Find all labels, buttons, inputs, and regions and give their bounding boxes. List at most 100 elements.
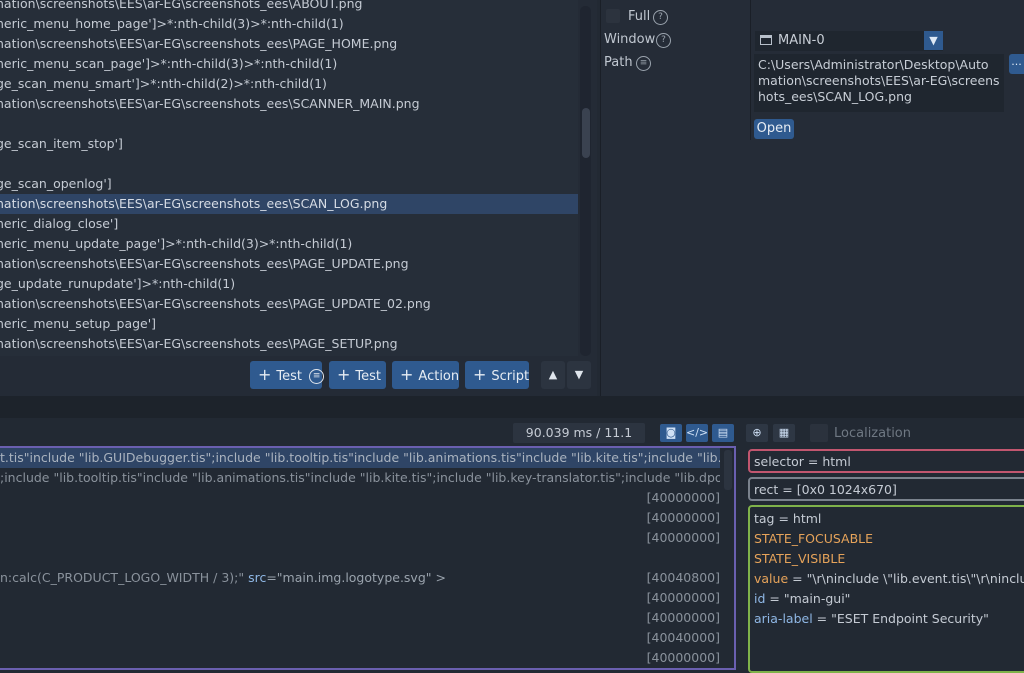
code-icon[interactable]: </> (686, 424, 708, 442)
steps-scrollbar[interactable] (580, 6, 591, 356)
add-action-button[interactable]: + Action (392, 361, 459, 389)
move-up-button[interactable]: ▲ (541, 361, 565, 389)
list-item[interactable]: neric_menu_update_page']>*:nth-child(3)>… (0, 234, 578, 254)
fps-readout: 90.039 ms / 11.1 FPS (513, 423, 645, 460)
source-attr-value: ="main.img.logotype.svg" > (266, 570, 446, 585)
source-address: [40000000] (646, 530, 720, 545)
value-text: = "\r\ninclude \"lib.event.tis\"\r\nincl… (788, 571, 1024, 586)
plus-icon: + (473, 365, 487, 384)
chevron-down-icon[interactable]: ▼ (924, 31, 943, 50)
source-address: [40040000] (646, 630, 720, 645)
source-row[interactable]: ;include "lib.tooltip.tis"include "lib.a… (0, 468, 720, 488)
browse-button[interactable]: ... (1009, 54, 1024, 74)
crosshair-icon[interactable]: ⊕ (746, 424, 768, 442)
source-address: [40040800] (646, 570, 720, 585)
layout-icon[interactable]: ▤ (712, 424, 734, 442)
source-text: n:calc(C_PRODUCT_LOGO_WIDTH / 3);" src="… (0, 568, 446, 588)
steps-panel: nation\screenshots\EES\ar-EG\screenshots… (0, 0, 597, 396)
list-item[interactable]: ge_scan_item_stop'] (0, 134, 578, 154)
list-item[interactable]: neric_dialog_close'] (0, 214, 578, 234)
source-row[interactable]: [40000000] (0, 608, 720, 628)
list-item[interactable]: neric_menu_scan_page']>*:nth-child(3)>*:… (0, 54, 578, 74)
aria-line: aria-label = "ESET Endpoint Security" (754, 609, 1024, 629)
list-item[interactable]: ge_scan_menu_smart']>*:nth-child(2)>*:nt… (0, 74, 578, 94)
stack-icon[interactable]: ≡ (636, 56, 651, 71)
help-icon[interactable]: ? (653, 10, 668, 25)
source-row[interactable]: [40000000] (0, 488, 720, 508)
id-text: = "main-gui" (765, 591, 851, 606)
triangle-down-icon: ▼ (574, 368, 584, 381)
move-down-button[interactable]: ▼ (567, 361, 591, 389)
list-item[interactable]: nation\screenshots\EES\ar-EG\screenshots… (0, 254, 578, 274)
element-info-box: tag = html STATE_FOCUSABLE STATE_VISIBLE… (748, 505, 1024, 673)
source-row[interactable]: n:calc(C_PRODUCT_LOGO_WIDTH / 3);" src="… (0, 568, 720, 588)
source-text: ;include "lib.tooltip.tis"include "lib.a… (0, 470, 720, 485)
window-label: Window (604, 32, 656, 47)
source-text: t.tis"include "lib.GUIDebugger.tis";incl… (0, 450, 720, 465)
tag-line: tag = html (754, 511, 822, 526)
triangle-up-icon: ▲ (548, 368, 558, 381)
full-label: Full (628, 9, 651, 24)
list-item[interactable]: neric_menu_setup_page'] (0, 314, 578, 334)
list-item[interactable]: nation\screenshots\EES\ar-EG\screenshots… (0, 94, 578, 114)
source-row[interactable]: [40040000] (0, 628, 720, 648)
list-item-selected[interactable]: nation\screenshots\EES\ar-EG\screenshots… (0, 194, 578, 214)
id-key: id (754, 591, 766, 606)
test-multi-button[interactable]: + Test ≡ (250, 361, 325, 389)
rect-box: rect = [0x0 1024x670] (748, 477, 1024, 501)
open-button[interactable]: Open (754, 119, 794, 139)
list-item[interactable]: nation\screenshots\EES\ar-EG\screenshots… (0, 0, 578, 14)
steps-list: nation\screenshots\EES\ar-EG\screenshots… (0, 0, 578, 356)
localization-checkbox[interactable] (810, 424, 828, 442)
list-item[interactable]: nation\screenshots\EES\ar-EG\screenshots… (0, 294, 578, 314)
value-key: value (754, 571, 789, 586)
test-button[interactable]: + Test (329, 361, 386, 389)
source-attr-key: src (248, 570, 267, 585)
source-panel: t.tis"include "lib.GUIDebugger.tis";incl… (0, 446, 736, 670)
aria-key: aria-label (754, 611, 813, 626)
state-focusable: STATE_FOCUSABLE (754, 531, 874, 546)
stack-icon: ≡ (309, 369, 325, 384)
steps-scrollbar-thumb[interactable] (582, 108, 590, 158)
window-icon (760, 35, 772, 45)
list-item[interactable]: ge_scan_openlog'] (0, 174, 578, 194)
props-divider (750, 0, 751, 140)
path-label: Path (604, 55, 633, 70)
selector-box: selector = html (748, 449, 1024, 473)
source-address: [40000000] (646, 510, 720, 525)
list-item[interactable] (0, 114, 578, 134)
help-icon[interactable]: ? (656, 33, 671, 48)
id-line: id = "main-gui" (754, 589, 1024, 609)
list-item[interactable]: nation\screenshots\EES\ar-EG\screenshots… (0, 334, 578, 354)
list-item[interactable] (0, 154, 578, 174)
list-item[interactable]: ge_update_runupdate']>*:nth-child(1) (0, 274, 578, 294)
localization-label: Localization (834, 426, 911, 441)
source-row[interactable]: [40000000] (0, 648, 720, 668)
source-row[interactable]: [40000000] (0, 508, 720, 528)
window-select-value: MAIN-0 (778, 33, 825, 48)
source-scrollbar[interactable] (724, 450, 732, 490)
plus-icon: + (337, 365, 351, 384)
keyboard-icon[interactable]: ▦ (773, 424, 795, 442)
camera-icon[interactable]: ◙ (660, 424, 682, 442)
full-checkbox[interactable] (606, 9, 620, 23)
plus-icon: + (400, 365, 414, 384)
state-visible: STATE_VISIBLE (754, 551, 846, 566)
source-address: [40000000] (646, 610, 720, 625)
value-line: value = "\r\ninclude \"lib.event.tis\"\r… (754, 569, 1024, 589)
source-row[interactable] (0, 548, 720, 568)
source-row[interactable]: t.tis"include "lib.GUIDebugger.tis";incl… (0, 448, 720, 468)
source-address: [40000000] (646, 590, 720, 605)
add-script-button[interactable]: + Script (465, 361, 529, 389)
list-item[interactable]: neric_menu_home_page']>*:nth-child(3)>*:… (0, 14, 578, 34)
plus-icon: + (258, 365, 272, 384)
path-field[interactable]: C:\Users\Administrator\Desktop\Automatio… (754, 54, 1004, 112)
source-row[interactable]: [40000000] (0, 528, 720, 548)
source-row[interactable]: [40000000] (0, 588, 720, 608)
source-text-part: n:calc(C_PRODUCT_LOGO_WIDTH / 3);" (0, 570, 249, 585)
splitter-bar[interactable] (0, 396, 1024, 418)
list-item[interactable]: nation\screenshots\EES\ar-EG\screenshots… (0, 34, 578, 54)
aria-text: = "ESET Endpoint Security" (812, 611, 989, 626)
window-select[interactable]: MAIN-0 ▼ (755, 31, 943, 51)
source-address: [40000000] (646, 490, 720, 505)
